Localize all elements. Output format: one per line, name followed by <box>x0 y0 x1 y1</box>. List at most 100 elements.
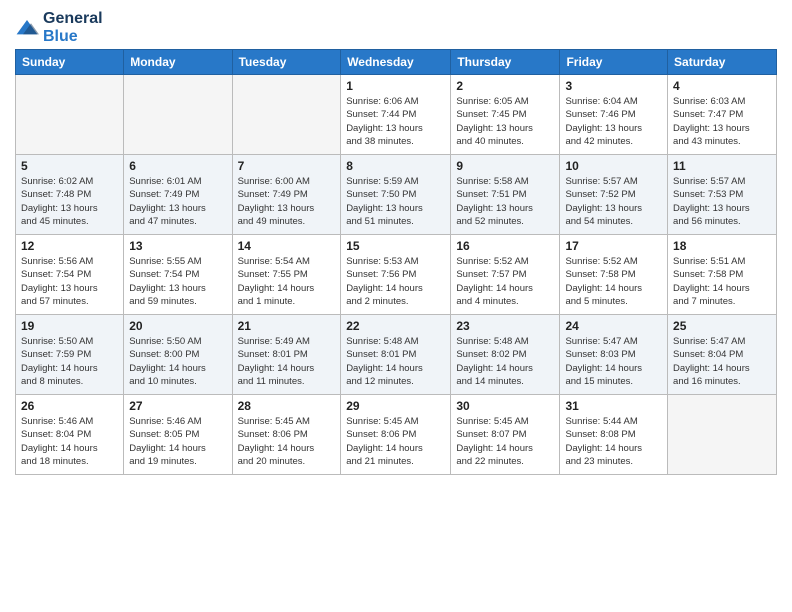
day-header-saturday: Saturday <box>668 50 777 75</box>
calendar-cell: 29Sunrise: 5:45 AM Sunset: 8:06 PM Dayli… <box>341 395 451 475</box>
calendar-cell: 9Sunrise: 5:58 AM Sunset: 7:51 PM Daylig… <box>451 155 560 235</box>
day-info: Sunrise: 5:53 AM Sunset: 7:56 PM Dayligh… <box>346 255 445 308</box>
day-info: Sunrise: 5:49 AM Sunset: 8:01 PM Dayligh… <box>238 335 336 388</box>
day-info: Sunrise: 5:56 AM Sunset: 7:54 PM Dayligh… <box>21 255 118 308</box>
day-info: Sunrise: 6:03 AM Sunset: 7:47 PM Dayligh… <box>673 95 771 148</box>
calendar-week-row: 19 Sunrise: 5:50 AM Sunset: 7:59 PM Dayli… <box>16 315 777 395</box>
calendar-cell: 19 Sunrise: 5:50 AM Sunset: 7:59 PM Dayli… <box>16 315 124 395</box>
day-info: Sunrise: 5:54 AM Sunset: 7:55 PM Dayligh… <box>238 255 336 308</box>
day-number: 30 <box>456 399 554 413</box>
day-number: 14 <box>238 239 336 253</box>
day-info: Sunrise: 6:06 AM Sunset: 7:44 PM Dayligh… <box>346 95 445 148</box>
day-number: 12 <box>21 239 118 253</box>
calendar-cell <box>668 395 777 475</box>
day-header-friday: Friday <box>560 50 668 75</box>
day-info: Sunrise: 5:57 AM Sunset: 7:52 PM Dayligh… <box>565 175 662 228</box>
day-info: Sunrise: 5:59 AM Sunset: 7:50 PM Dayligh… <box>346 175 445 228</box>
day-number: 19 <box>21 319 118 333</box>
day-info: Sunrise: 5:51 AM Sunset: 7:58 PM Dayligh… <box>673 255 771 308</box>
logo-text-line2: Blue <box>43 28 103 46</box>
day-number: 13 <box>129 239 226 253</box>
day-number: 15 <box>346 239 445 253</box>
day-header-wednesday: Wednesday <box>341 50 451 75</box>
day-info: Sunrise: 5:52 AM Sunset: 7:58 PM Dayligh… <box>565 255 662 308</box>
day-number: 31 <box>565 399 662 413</box>
day-number: 26 <box>21 399 118 413</box>
day-info: Sunrise: 5:45 AM Sunset: 8:06 PM Dayligh… <box>238 415 336 468</box>
calendar-cell: 21 Sunrise: 5:49 AM Sunset: 8:01 PM Dayli… <box>232 315 341 395</box>
calendar-cell: 3 Sunrise: 6:04 AM Sunset: 7:46 PM Daylig… <box>560 75 668 155</box>
calendar-week-row: 1 Sunrise: 6:06 AM Sunset: 7:44 PM Daylig… <box>16 75 777 155</box>
day-info: Sunrise: 5:50 AM Sunset: 8:00 PM Dayligh… <box>129 335 226 388</box>
day-number: 1 <box>346 79 445 93</box>
calendar-cell: 20 Sunrise: 5:50 AM Sunset: 8:00 PM Dayli… <box>124 315 232 395</box>
day-number: 24 <box>565 319 662 333</box>
calendar-cell: 12 Sunrise: 5:56 AM Sunset: 7:54 PM Dayli… <box>16 235 124 315</box>
day-number: 22 <box>346 319 445 333</box>
day-info: Sunrise: 6:01 AM Sunset: 7:49 PM Dayligh… <box>129 175 226 228</box>
day-info: Sunrise: 5:52 AM Sunset: 7:57 PM Dayligh… <box>456 255 554 308</box>
day-info: Sunrise: 5:45 AM Sunset: 8:07 PM Dayligh… <box>456 415 554 468</box>
calendar-cell: 7 Sunrise: 6:00 AM Sunset: 7:49 PM Daylig… <box>232 155 341 235</box>
day-info: Sunrise: 6:05 AM Sunset: 7:45 PM Dayligh… <box>456 95 554 148</box>
day-info: Sunrise: 5:48 AM Sunset: 8:01 PM Dayligh… <box>346 335 445 388</box>
calendar-cell: 11 Sunrise: 5:57 AM Sunset: 7:53 PM Dayli… <box>668 155 777 235</box>
calendar-header-row: SundayMondayTuesdayWednesdayThursdayFrid… <box>16 50 777 75</box>
page-container: General Blue SundayMondayTuesdayWednesda… <box>0 0 792 483</box>
header: General Blue <box>15 10 777 45</box>
day-number: 6 <box>129 159 226 173</box>
day-info: Sunrise: 5:47 AM Sunset: 8:04 PM Dayligh… <box>673 335 771 388</box>
day-info: Sunrise: 5:55 AM Sunset: 7:54 PM Dayligh… <box>129 255 226 308</box>
day-number: 16 <box>456 239 554 253</box>
calendar-cell: 25 Sunrise: 5:47 AM Sunset: 8:04 PM Dayli… <box>668 315 777 395</box>
day-number: 20 <box>129 319 226 333</box>
calendar-cell: 18 Sunrise: 5:51 AM Sunset: 7:58 PM Dayli… <box>668 235 777 315</box>
day-number: 29 <box>346 399 445 413</box>
calendar-cell: 4Sunrise: 6:03 AM Sunset: 7:47 PM Daylig… <box>668 75 777 155</box>
day-info: Sunrise: 5:50 AM Sunset: 7:59 PM Dayligh… <box>21 335 118 388</box>
calendar-cell: 16 Sunrise: 5:52 AM Sunset: 7:57 PM Dayli… <box>451 235 560 315</box>
day-number: 11 <box>673 159 771 173</box>
calendar-cell: 17Sunrise: 5:52 AM Sunset: 7:58 PM Dayli… <box>560 235 668 315</box>
day-number: 2 <box>456 79 554 93</box>
day-number: 7 <box>238 159 336 173</box>
logo: General Blue <box>15 10 103 45</box>
calendar-cell: 30 Sunrise: 5:45 AM Sunset: 8:07 PM Dayli… <box>451 395 560 475</box>
logo-text-line1: General <box>43 10 103 28</box>
calendar-cell: 1 Sunrise: 6:06 AM Sunset: 7:44 PM Daylig… <box>341 75 451 155</box>
calendar-cell: 31 Sunrise: 5:44 AM Sunset: 8:08 PM Dayli… <box>560 395 668 475</box>
calendar-cell: 6 Sunrise: 6:01 AM Sunset: 7:49 PM Daylig… <box>124 155 232 235</box>
day-info: Sunrise: 5:57 AM Sunset: 7:53 PM Dayligh… <box>673 175 771 228</box>
day-info: Sunrise: 5:44 AM Sunset: 8:08 PM Dayligh… <box>565 415 662 468</box>
calendar-cell: 2 Sunrise: 6:05 AM Sunset: 7:45 PM Daylig… <box>451 75 560 155</box>
day-header-thursday: Thursday <box>451 50 560 75</box>
day-number: 28 <box>238 399 336 413</box>
calendar-cell: 10 Sunrise: 5:57 AM Sunset: 7:52 PM Dayli… <box>560 155 668 235</box>
day-number: 10 <box>565 159 662 173</box>
calendar-cell: 26 Sunrise: 5:46 AM Sunset: 8:04 PM Dayli… <box>16 395 124 475</box>
calendar-cell <box>16 75 124 155</box>
day-number: 8 <box>346 159 445 173</box>
calendar-week-row: 26 Sunrise: 5:46 AM Sunset: 8:04 PM Dayli… <box>16 395 777 475</box>
day-info: Sunrise: 5:58 AM Sunset: 7:51 PM Dayligh… <box>456 175 554 228</box>
day-info: Sunrise: 6:00 AM Sunset: 7:49 PM Dayligh… <box>238 175 336 228</box>
day-number: 3 <box>565 79 662 93</box>
day-info: Sunrise: 6:04 AM Sunset: 7:46 PM Dayligh… <box>565 95 662 148</box>
calendar-week-row: 12 Sunrise: 5:56 AM Sunset: 7:54 PM Dayli… <box>16 235 777 315</box>
calendar-cell: 23Sunrise: 5:48 AM Sunset: 8:02 PM Dayli… <box>451 315 560 395</box>
day-info: Sunrise: 5:46 AM Sunset: 8:05 PM Dayligh… <box>129 415 226 468</box>
day-info: Sunrise: 5:46 AM Sunset: 8:04 PM Dayligh… <box>21 415 118 468</box>
day-header-sunday: Sunday <box>16 50 124 75</box>
calendar-table: SundayMondayTuesdayWednesdayThursdayFrid… <box>15 49 777 475</box>
day-number: 21 <box>238 319 336 333</box>
calendar-cell: 28 Sunrise: 5:45 AM Sunset: 8:06 PM Dayli… <box>232 395 341 475</box>
day-number: 18 <box>673 239 771 253</box>
calendar-cell: 14 Sunrise: 5:54 AM Sunset: 7:55 PM Dayli… <box>232 235 341 315</box>
calendar-cell: 8 Sunrise: 5:59 AM Sunset: 7:50 PM Daylig… <box>341 155 451 235</box>
calendar-cell: 24 Sunrise: 5:47 AM Sunset: 8:03 PM Dayli… <box>560 315 668 395</box>
day-number: 25 <box>673 319 771 333</box>
calendar-cell: 13 Sunrise: 5:55 AM Sunset: 7:54 PM Dayli… <box>124 235 232 315</box>
day-info: Sunrise: 5:47 AM Sunset: 8:03 PM Dayligh… <box>565 335 662 388</box>
day-info: Sunrise: 6:02 AM Sunset: 7:48 PM Dayligh… <box>21 175 118 228</box>
day-header-tuesday: Tuesday <box>232 50 341 75</box>
